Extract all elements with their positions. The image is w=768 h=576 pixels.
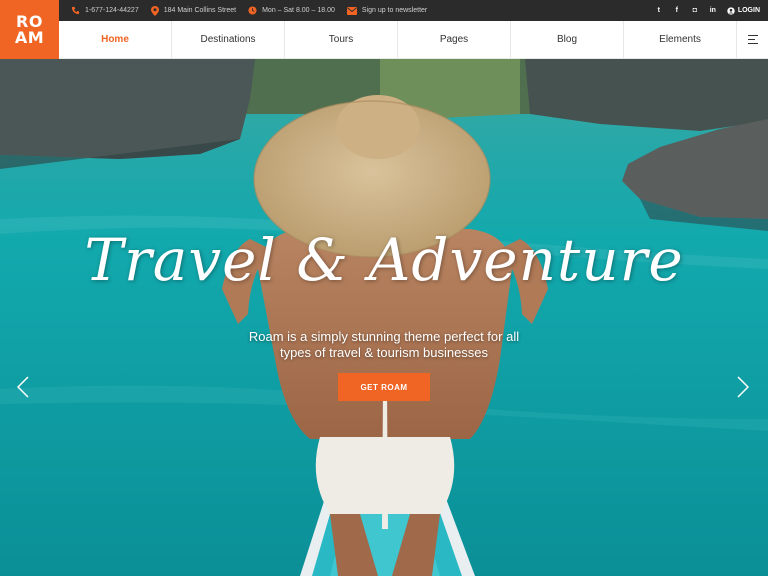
clock-icon [248,6,257,15]
topbar-right: t f ◘ in LOGIN [655,6,768,15]
address-info: 184 Main Collins Street [150,5,237,16]
linkedin-icon[interactable]: in [709,7,717,14]
login-link[interactable]: LOGIN [727,6,760,15]
chevron-left-icon [17,376,29,398]
phone-info[interactable]: 1-677-124-44227 [71,6,139,15]
menu-toggle-button[interactable] [737,21,768,58]
nav-item-pages[interactable]: Pages [398,21,511,58]
envelope-icon [346,6,357,15]
nav-item-tours[interactable]: Tours [285,21,398,58]
login-label: LOGIN [737,7,760,14]
hero-headline: Travel & Adventure [84,226,684,294]
phone-icon [71,6,80,15]
hamburger-icon [747,32,758,47]
newsletter-link[interactable]: Sign up to newsletter [346,6,428,15]
hero-subtitle: Roam is a simply stunning theme perfect … [248,329,520,360]
main-navigation: Home Destinations Tours Pages Blog Eleme… [59,21,768,59]
get-roam-button[interactable]: GET ROAM [338,373,430,401]
nav-item-blog[interactable]: Blog [511,21,624,58]
address-text: 184 Main Collins Street [163,7,237,14]
newsletter-text: Sign up to newsletter [361,7,428,14]
twitter-icon[interactable]: t [655,7,663,14]
logo-line-2: AM [14,27,45,47]
nav-item-elements[interactable]: Elements [624,21,737,58]
nav-item-home[interactable]: Home [59,21,172,58]
facebook-icon[interactable]: f [673,7,681,14]
site-logo[interactable]: RO AM [0,0,59,59]
hero-background-image [0,59,768,576]
top-info-bar: 1-677-124-44227 184 Main Collins Street … [59,0,768,21]
nav-item-destinations[interactable]: Destinations [172,21,285,58]
phone-number: 1-677-124-44227 [85,7,139,14]
map-pin-icon [150,5,159,16]
slider-prev-button[interactable] [16,375,30,399]
user-icon [727,6,735,15]
hours-info: Mon – Sat 8.00 – 18.00 [248,6,335,15]
hero-slider [0,59,768,576]
hours-text: Mon – Sat 8.00 – 18.00 [262,7,335,14]
chevron-right-icon [737,376,749,398]
instagram-icon[interactable]: ◘ [691,7,699,14]
slider-next-button[interactable] [736,375,750,399]
